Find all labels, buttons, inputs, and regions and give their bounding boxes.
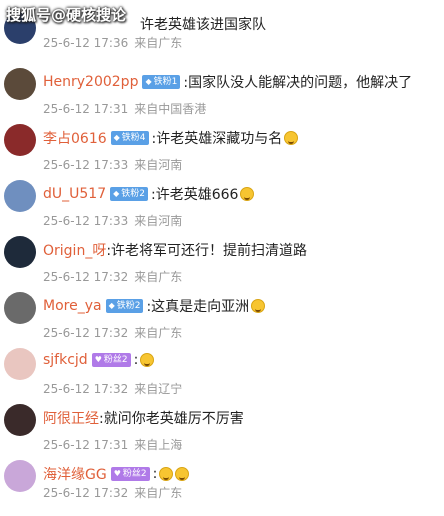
comment-content: : (133, 352, 139, 368)
fan-badge: ♥ 粉丝2 (110, 467, 150, 481)
heart-icon: ♥ (113, 469, 121, 478)
fan-badge: ◆ 铁粉4 (110, 131, 149, 145)
diamond-icon: ◆ (108, 301, 115, 310)
comment-date: 25-6-12 17:31 (43, 102, 129, 116)
comment-content: :国家队没人能解决的问题，他解决了 (183, 75, 413, 91)
comment-location: 来自广东 (134, 36, 183, 50)
username-link[interactable]: Henry2002pp (43, 74, 138, 90)
comment-item: Henry2002pp ◆ 铁粉1 :国家队没人能解决的问题，他解决了 25-6-… (0, 68, 444, 124)
emoji-icon (140, 353, 155, 367)
diamond-icon: ◆ (145, 77, 152, 86)
comment-date: 25-6-12 17:33 (43, 214, 129, 228)
comment-location: 来自中国香港 (134, 102, 207, 116)
emoji-icon (284, 131, 299, 145)
comment-date: 25-6-12 17:32 (43, 270, 129, 284)
watermark: 搜狐号@硬核搜论 (6, 6, 127, 24)
diamond-icon: ◆ (113, 189, 120, 198)
username-link[interactable]: More_ya (43, 298, 102, 314)
avatar[interactable] (4, 404, 36, 436)
comment-location: 来自河南 (134, 214, 183, 228)
comment-item: Origin_呀 :许老将军可还行！提前扫清道路 25-6-12 17:32 来自… (0, 236, 444, 292)
comment-date: 25-6-12 17:33 (43, 158, 129, 172)
comment-location: 来自广东 (134, 326, 183, 340)
avatar[interactable] (4, 348, 36, 380)
username-link[interactable]: dU_U517 (43, 186, 106, 202)
avatar[interactable] (4, 292, 36, 324)
comment-date: 25-6-12 17:32 (43, 486, 129, 500)
emoji-icon (175, 467, 190, 481)
comment-content: :许老将军可还行！提前扫清道路 (106, 243, 308, 259)
comment-item: 李占0616 ◆ 铁粉4 :许老英雄深藏功与名 25-6-12 17:33 来自河南 (0, 124, 444, 180)
fan-badge: ◆ 铁粉2 (110, 187, 148, 201)
comment-date: 25-6-12 17:31 (43, 438, 129, 452)
comment-item: dU_U517 ◆ 铁粉2 :许老英雄666 25-6-12 17:33 来自河南 (0, 180, 444, 236)
comment-location: 来自河南 (134, 158, 183, 172)
avatar[interactable] (4, 180, 36, 212)
avatar[interactable] (4, 68, 36, 100)
comment-content: :许老英雄深藏功与名 (151, 131, 283, 147)
fan-badge: ♥ 粉丝2 (91, 353, 131, 367)
username-link[interactable]: sjfkcjd (43, 352, 88, 368)
comment-location: 来自广东 (134, 270, 183, 284)
comment-item: More_ya ◆ 铁粉2 :这真是走向亚洲 25-6-12 17:32 来自广东 (0, 292, 444, 348)
comment-date: 25-6-12 17:36 (43, 36, 129, 50)
comment-item: 阿很正经 :就问你老英雄厉不厉害 25-6-12 17:31 来自上海 (0, 404, 444, 460)
avatar[interactable] (4, 236, 36, 268)
username-link[interactable]: 海洋缘GG (43, 464, 107, 484)
comment-date: 25-6-12 17:32 (43, 326, 129, 340)
avatar[interactable] (4, 460, 36, 492)
comment-item: 海洋缘GG ♥ 粉丝2 : 25-6-12 17:32 来自广东 (0, 460, 444, 516)
comment-content: :就问你老英雄厉不厉害 (99, 411, 244, 427)
username-link[interactable]: Origin_呀 (43, 240, 106, 260)
comment-location: 来自上海 (134, 438, 183, 452)
fan-badge: ◆ 铁粉2 (105, 299, 144, 313)
heart-icon: ♥ (94, 355, 102, 364)
avatar[interactable] (4, 124, 36, 156)
username-link[interactable]: 阿很正经 (43, 408, 99, 428)
comment-content: :这真是走向亚洲 (146, 299, 250, 315)
comment-location: 来自广东 (134, 486, 183, 500)
emoji-icon (251, 299, 266, 313)
username-link[interactable]: 李占0616 (43, 128, 107, 148)
comment-content: 许老英雄该进国家队 (140, 17, 266, 33)
fan-badge: ◆ 铁粉1 (142, 75, 181, 89)
comment-location: 来自辽宁 (134, 382, 183, 396)
emoji-icon (240, 187, 255, 201)
diamond-icon: ◆ (113, 133, 120, 142)
comment-content: :许老英雄666 (151, 187, 239, 203)
emoji-icon (159, 467, 174, 481)
comment-item: sjfkcjd ♥ 粉丝2 : 25-6-12 17:32 来自辽宁 (0, 348, 444, 404)
comment-content: : (152, 466, 158, 482)
comment-date: 25-6-12 17:32 (43, 382, 129, 396)
